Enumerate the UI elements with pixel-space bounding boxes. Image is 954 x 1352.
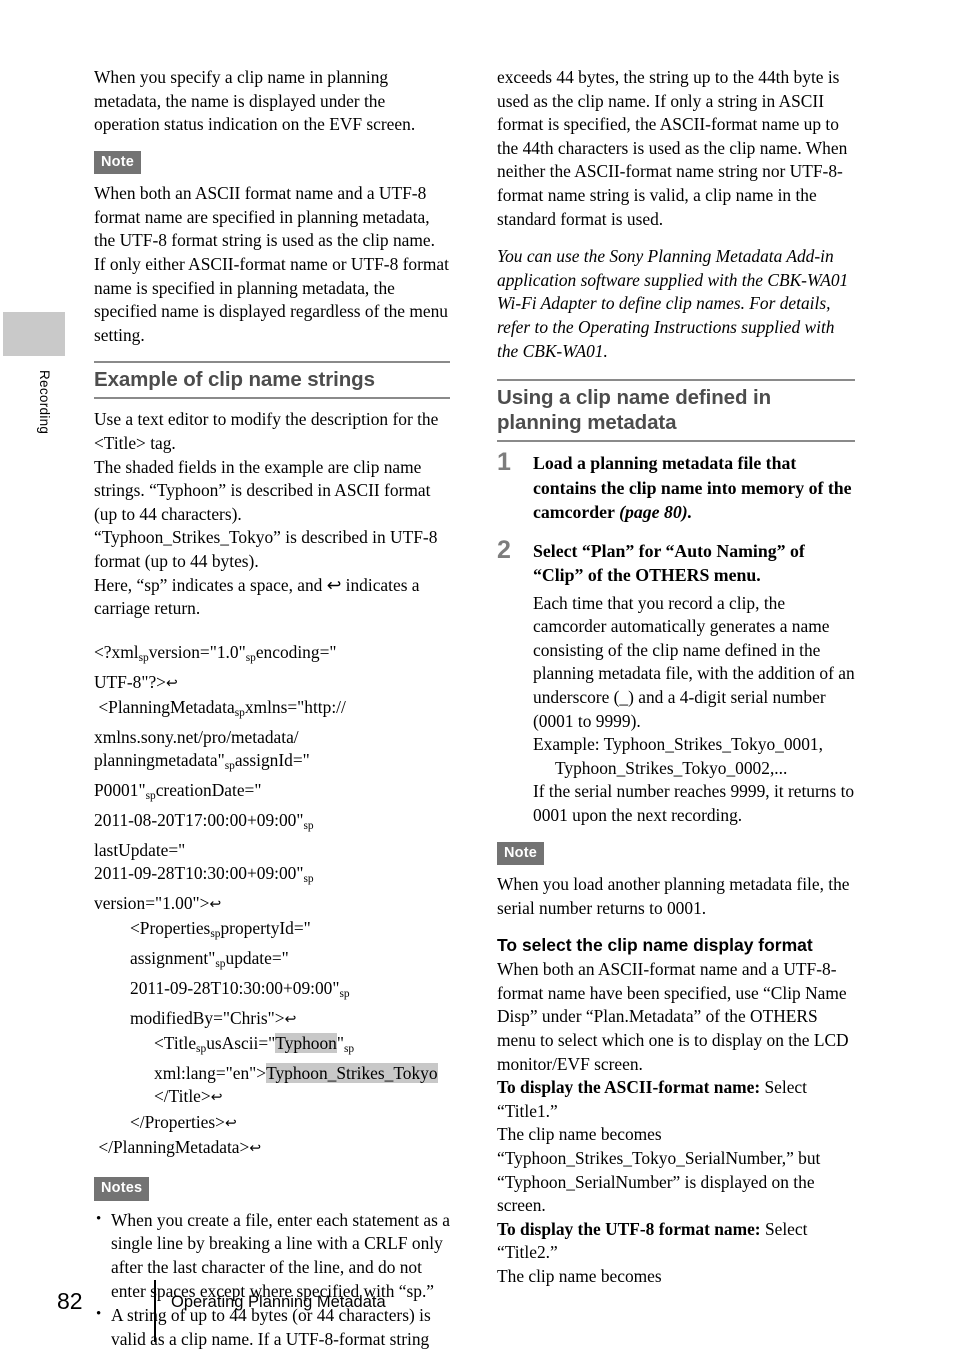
space-marker: sp [303,820,314,833]
step-title-text: Select “Plan” for “Auto Naming” of “Clip… [533,540,805,586]
step-number: 1 [497,448,511,477]
body-line-2: The shaded fields in the example are cli… [94,456,431,524]
ascii-format-label: To display the ASCII-format name: [497,1077,761,1098]
page-reference[interactable]: (page 80). [619,502,692,522]
step-body: Each time that you record a clip, the ca… [533,592,855,828]
xml-line: UTF-8"?>↩ [94,671,178,692]
tip-paragraph: You can use the Sony Planning Metadata A… [497,246,849,361]
utf8-format-detail: The clip name becomes [497,1265,662,1286]
carriage-return-icon: ↩ [249,1140,262,1157]
intro-paragraph: When you specify a clip name in planning… [94,67,416,135]
note-badge: Note [497,841,545,866]
subhead-paragraph: When both an ASCII-format name and a UTF… [497,959,849,1074]
carriage-return-icon: ↩ [209,896,222,913]
space-marker: sp [215,958,226,971]
xml-line: </Title>↩ [154,1086,223,1107]
xml-line: modifiedBy="Chris">↩ [130,1007,297,1028]
space-marker: sp [224,760,235,773]
utf8-format-instruction: To display the UTF-8 format name: Select… [497,1218,855,1265]
step-1: 1 Load a planning metadata file that con… [497,448,855,525]
xml-line: </PlanningMetadata>↩ [94,1137,262,1158]
xml-line: 2011-09-28T10:30:00+09:00"sp [94,863,314,886]
xml-line: <PropertiessppropertyId=" [130,918,311,941]
xml-line: planningmetadata"spassignId=" [94,750,310,773]
xml-line: 2011-08-20T17:00:00+09:00"sp [94,809,314,833]
xml-line: P0001"spcreationDate=" [94,780,262,803]
highlighted-clip-name-field: Typhoon [275,1032,337,1053]
step-title: Load a planning metadata file that conta… [533,451,855,525]
page-number: 82 [57,1288,83,1314]
continued-paragraph: exceeds 44 bytes, the string up to the 4… [497,67,848,229]
chapter-tab-marker [3,312,65,356]
ascii-format-detail: The clip name becomes “Typhoon_Strikes_T… [497,1124,821,1216]
xml-line: </Properties>↩ [130,1111,237,1132]
xml-example-block: <?xmlspversion="1.0"spencoding=" UTF-8"?>… [94,641,450,1162]
carriage-return-icon: ↩ [284,1011,297,1028]
footer-divider [154,1280,156,1342]
xml-line: version="1.00">↩ [94,892,222,913]
step-number: 2 [497,535,511,564]
xml-line: xmlns.sony.net/pro/metadata/ [94,726,299,747]
footer-title: Operating Planning Metadata [171,1293,386,1311]
step-body-line-last: If the serial number reaches 9999, it re… [533,781,855,825]
xml-line: lastUpdate=" [94,839,186,860]
space-marker: sp [210,928,221,941]
section-heading-using-a-clip-name: Using a clip name defined in planning me… [497,379,855,443]
notes-badge: Notes [94,1177,150,1201]
highlighted-clip-name-field: Typhoon_Strikes_Tokyo [266,1062,438,1083]
step-2: 2 Select “Plan” for “Auto Naming” of “Cl… [497,535,855,828]
xml-line: xml:lang="en">Typhoon_Strikes_Tokyo [154,1062,438,1083]
step-title: Select “Plan” for “Auto Naming” of “Clip… [533,539,855,588]
space-marker: sp [138,651,149,664]
right-text-column: exceeds 44 bytes, the string up to the 4… [497,66,855,1289]
space-marker: sp [145,790,156,803]
space-marker: sp [245,651,256,664]
space-marker: sp [234,707,245,720]
note-badge: Note [94,150,142,175]
xml-line: assignment"spupdate=" [130,948,289,971]
carriage-return-icon: ↩ [165,675,178,692]
step-title-text: Load a planning metadata file that conta… [533,453,852,523]
utf8-format-label: To display the UTF-8 format name: [497,1218,761,1239]
note-paragraph-right: When you load another planning metadata … [497,874,850,918]
step-body-example-line-1: Example: Typhoon_Strikes_Tokyo_0001, [533,734,823,755]
space-marker: sp [339,988,350,1001]
body-line-1: Use a text editor to modify the descript… [94,409,439,454]
space-marker: sp [303,873,314,886]
section-heading-example-of-clip-name-strings: Example of clip name strings [94,361,450,400]
xml-line: <TitlespusAscii="Typhoon"sp [154,1032,355,1056]
space-marker: sp [196,1043,207,1056]
carriage-return-icon: ↩ [210,1090,223,1107]
xml-line: <?xmlspversion="1.0"spencoding=" [94,641,337,664]
chapter-tab-label: Recording [37,370,52,435]
xml-line: <PlanningMetadataspxmlns="http:// [94,696,346,720]
subheading-clip-name-display-format: To select the clip name display format [497,935,813,956]
left-text-column: When you specify a clip name in planning… [94,66,450,1352]
ascii-format-instruction: To display the ASCII-format name: Select… [497,1076,855,1123]
xml-line: 2011-09-28T10:30:00+09:00"sp [130,977,350,1001]
note-paragraph: When both an ASCII format name and a UTF… [94,183,449,345]
step-body-example-line-2: Typhoon_Strikes_Tokyo_0002,... [555,757,788,778]
body-line-4: Here, “sp” indicates a space, and ↩ indi… [94,574,420,619]
carriage-return-icon: ↩ [224,1115,237,1132]
body-line-3: “Typhoon_Strikes_Tokyo” is described in … [94,527,438,571]
note-badge-container-right: Note [497,841,855,866]
notes-badge-container: Notes [94,1177,450,1201]
note-badge-container: Note [94,150,450,175]
space-marker: sp [343,1043,355,1056]
page-footer: 82 Operating Planning Metadata [57,1280,917,1342]
step-body-line: Each time that you record a clip, the ca… [533,592,855,731]
